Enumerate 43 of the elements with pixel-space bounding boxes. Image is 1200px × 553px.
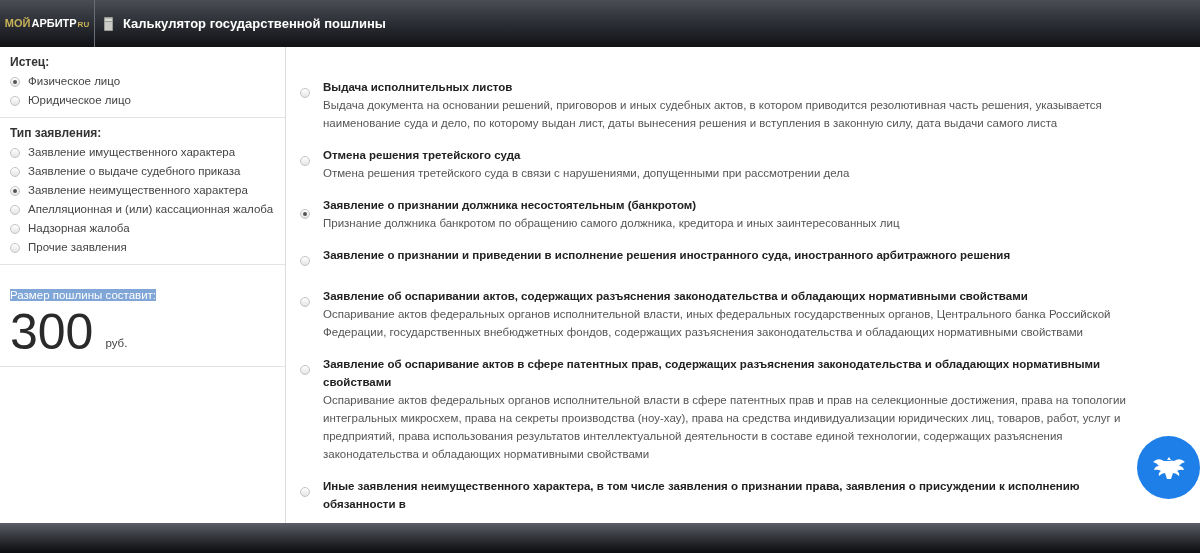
option-label[interactable]: Юридическое лицо: [28, 91, 131, 110]
fee-amount: 300: [10, 306, 94, 358]
group-label: Истец:: [10, 54, 51, 71]
radio-button[interactable]: [300, 256, 310, 266]
radio-button[interactable]: [300, 297, 310, 307]
option-label[interactable]: Апелляционная и (или) кассационная жалоба: [28, 200, 274, 219]
radio-button[interactable]: [300, 156, 310, 166]
option-label[interactable]: Заявление имущественного характера: [28, 143, 236, 162]
option-label[interactable]: Прочие заявления: [28, 238, 127, 257]
currency-label: руб.: [105, 335, 128, 351]
radio-button[interactable]: [10, 223, 20, 234]
option-title[interactable]: Заявление о признании должника несостоятельным (банкротом): [323, 196, 900, 214]
option-description: Оспаривание актов федеральных органов исполнительной власти, иных федеральных государственных органов, Центрального банка Российской Федерации, государственных внебюджетных фондов, содержащих разъяснения законодательства и обладающих нормативными свойствами: [323, 307, 1112, 340]
radio-button[interactable]: [10, 76, 20, 87]
radio-button[interactable]: [300, 88, 310, 98]
option-title[interactable]: Заявление о признании и приведении в исполнение решения иностранного суда, иностранного арбитражного решения: [323, 246, 1011, 264]
option-label[interactable]: Физическое лицо: [28, 72, 121, 91]
option-label[interactable]: Заявление о выдаче судебного приказа: [28, 162, 241, 181]
option-title[interactable]: Заявление об оспаривание актов в сфере патентных прав, содержащих разъяснения законодательства и обладающих нормативными свойствами: [323, 355, 1132, 391]
radio-button[interactable]: [10, 147, 20, 158]
radio-button[interactable]: [300, 209, 310, 219]
radio-button[interactable]: [10, 166, 20, 177]
calculator-icon: [104, 16, 113, 31]
radio-button[interactable]: [10, 185, 20, 196]
option-description: Выдача документа на основании решений, приговоров и иных судебных актов, в котором приводится резолютивная часть решения, указывается наименование суда и дело, по которому выдан лист, даты вынесения решения и вступления в законную силу, дата выдачи самого листа: [323, 98, 1103, 131]
radio-button[interactable]: [10, 204, 20, 215]
option-description: Отмена решения третейского суда в связи с нарушениями, допущенными при рассмотрении дела: [323, 166, 850, 181]
option-title[interactable]: Выдача исполнительных листов: [323, 78, 1132, 96]
result-label: Размер пошлины составит:: [10, 289, 157, 301]
radio-button[interactable]: [300, 365, 310, 375]
radio-button[interactable]: [10, 242, 20, 253]
logo[interactable]: МОЙАРБИТРRU: [4, 15, 90, 32]
option-title[interactable]: Иные заявления неимущественного характера, в том числе заявления о признании права, заявления о присуждении к исполнению обязанности в: [323, 477, 1132, 513]
option-title[interactable]: Отмена решения третейского суда: [323, 146, 850, 164]
option-title[interactable]: Заявление об оспаривании актов, содержащих разъяснения законодательства и обладающих нормативными свойствами: [323, 287, 1132, 305]
group-label: Тип заявления:: [10, 125, 103, 142]
option-description: Оспаривание актов федеральных органов исполнительной власти в сфере патентных прав и прав на селекционные достижения, права на топологии интегральных микросхем, права на секреты производства (ноу-хау), права на средства индивидуализации юридических лиц, товаров, работ, услуг и предприятий, права использования результатов интеллектуальной деятельности в составе единой технологии, содержащих разъяснения законодательства и обладающих нормативными свойствами: [323, 393, 1127, 462]
page-title: Калькулятор государственной пошлины: [123, 14, 386, 33]
option-description: Признание должника банкротом по обращению самого должника, кредитора и иных заинтересованных лиц: [323, 216, 900, 231]
radio-button[interactable]: [300, 487, 310, 497]
option-label[interactable]: Заявление неимущественного характера: [28, 181, 248, 200]
option-label[interactable]: Надзорная жалоба: [28, 219, 130, 238]
radio-button[interactable]: [10, 95, 20, 106]
